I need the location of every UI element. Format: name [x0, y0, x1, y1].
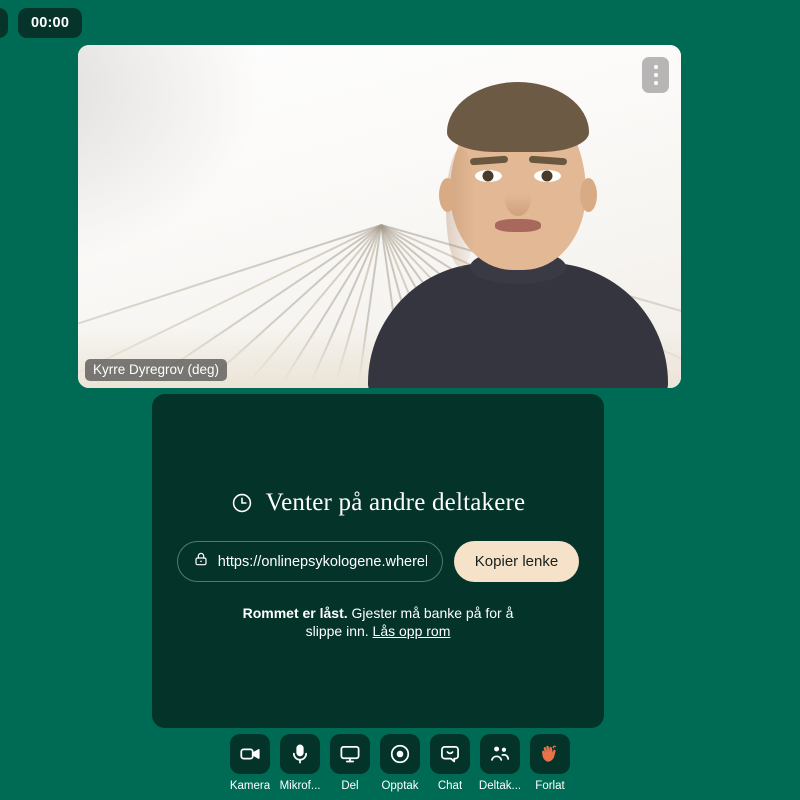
toolbar-label-leave: Forlat: [535, 780, 565, 792]
toolbar-button-chat[interactable]: Chat: [430, 734, 470, 792]
room-url-input[interactable]: https://onlinepsykologene.whereby.co: [176, 541, 443, 582]
toolbar-button-microphone[interactable]: Mikrof...: [280, 734, 320, 792]
waiting-room-panel: Venter på andre deltakere https://online…: [152, 394, 604, 728]
screen-share-icon: [330, 734, 370, 774]
toolbar-button-share[interactable]: Del: [330, 734, 370, 792]
participant-figure: [367, 82, 668, 388]
toolbar-label-share: Del: [341, 780, 359, 792]
waiting-title-text: Venter på andre deltakere: [265, 489, 526, 516]
room-url-text: https://onlinepsykologene.whereby.co: [217, 553, 427, 570]
timer-badge-partial: [0, 8, 8, 38]
record-icon: [380, 734, 420, 774]
toolbar-button-record[interactable]: Opptak: [380, 734, 420, 792]
camera-icon: [230, 734, 270, 774]
toolbar-button-leave[interactable]: Forlat: [530, 734, 570, 792]
room-link-row: https://onlinepsykologene.whereby.co Kop…: [176, 541, 580, 582]
toolbar-label-chat: Chat: [437, 780, 463, 792]
more-vertical-icon[interactable]: [642, 57, 669, 93]
room-locked-bold: Rommet er låst.: [242, 605, 348, 621]
top-status-bar: 00:00: [0, 8, 83, 38]
call-controls-toolbar: Kamera Mikrof... Del Opptak Chat Deltak.…: [0, 734, 800, 792]
self-video-tile[interactable]: Kyrre Dyregrov (deg): [78, 45, 681, 388]
unlock-room-link[interactable]: Lås opp rom: [373, 623, 451, 639]
copy-link-button[interactable]: Kopier lenke: [453, 541, 580, 582]
waiting-title: Venter på andre deltakere: [231, 489, 526, 517]
waving-hand-icon: [530, 734, 570, 774]
toolbar-label-microphone: Mikrof...: [279, 780, 321, 792]
call-timer-badge: 00:00: [18, 8, 83, 38]
video-stream: [78, 45, 681, 388]
room-locked-note: Rommet er låst. Gjester må banke på for …: [228, 604, 528, 641]
toolbar-label-camera: Kamera: [229, 780, 271, 792]
chat-icon: [430, 734, 470, 774]
participant-name-label: Kyrre Dyregrov (deg): [85, 359, 228, 381]
microphone-icon: [280, 734, 320, 774]
toolbar-label-record: Opptak: [381, 780, 419, 792]
toolbar-button-participants[interactable]: Deltak...: [478, 734, 522, 792]
clock-icon: [231, 492, 253, 514]
toolbar-button-camera[interactable]: Kamera: [230, 734, 270, 792]
participants-icon: [480, 734, 520, 774]
lock-icon: [193, 551, 209, 572]
toolbar-label-participants: Deltak...: [478, 780, 522, 792]
